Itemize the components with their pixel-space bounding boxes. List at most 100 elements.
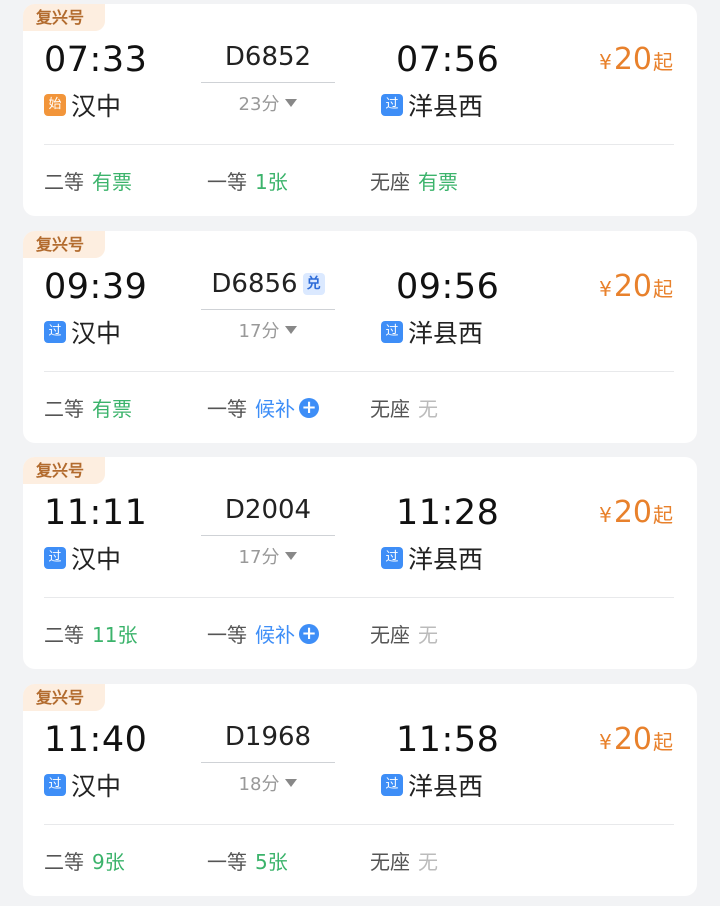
duration-label: 17分: [238, 547, 280, 568]
seat-no-seat[interactable]: 无座 无: [370, 393, 438, 422]
seat-status: 1张: [255, 170, 288, 194]
seat-first-class[interactable]: 一等 5张: [207, 846, 288, 875]
train-number: D2004: [199, 495, 337, 525]
train-type-badge: 复兴号: [23, 684, 105, 711]
add-waitlist-icon[interactable]: +: [299, 397, 319, 418]
train-number: D6856 兑: [199, 269, 337, 299]
train-type-badge: 复兴号: [23, 457, 105, 484]
departure-station: 始 汉中: [44, 88, 121, 122]
seat-status: 9张: [92, 850, 125, 874]
divider: [44, 144, 674, 145]
price: ¥ 20 起: [599, 42, 673, 77]
departure-station-name: 汉中: [71, 92, 122, 121]
divider: [44, 824, 674, 825]
caret-down-icon: [285, 99, 298, 107]
currency-symbol: ¥: [599, 50, 612, 74]
seat-name: 无座: [370, 170, 410, 194]
duration-toggle[interactable]: 17分: [199, 543, 337, 569]
seat-status: 无: [418, 397, 438, 421]
divider: [44, 597, 674, 598]
caret-down-icon: [285, 326, 298, 334]
departure-station: 过 汉中: [44, 541, 121, 575]
price-amount: 20: [613, 269, 652, 304]
seat-status: 11张: [92, 623, 138, 647]
train-card[interactable]: 复兴号 11:40 过 汉中 D1968 18分 11:58 过 洋县西 ¥ 2…: [23, 684, 697, 896]
divider: [44, 371, 674, 372]
arrival-time: 07:56: [396, 40, 500, 80]
duration-toggle[interactable]: 23分: [199, 90, 337, 116]
arrival-station-tag: 过: [381, 94, 403, 116]
arrival-station-name: 洋县西: [408, 319, 484, 348]
arrival-station: 过 洋县西: [381, 88, 483, 122]
seat-name: 一等: [207, 623, 247, 647]
seat-first-class[interactable]: 一等 候补 +: [207, 393, 319, 422]
departure-time: 11:11: [44, 493, 148, 533]
seat-status: 5张: [255, 850, 288, 874]
seat-second-class[interactable]: 二等 有票: [44, 393, 132, 422]
seat-name: 一等: [207, 850, 247, 874]
caret-down-icon: [285, 552, 298, 560]
seat-name: 二等: [44, 397, 84, 421]
duration-label: 23分: [238, 94, 280, 115]
train-card[interactable]: 复兴号 07:33 始 汉中 D6852 23分 07:56 过 洋县西 ¥ 2…: [23, 4, 697, 216]
duration-label: 18分: [238, 774, 280, 795]
seat-name: 二等: [44, 850, 84, 874]
seat-status: 有票: [92, 170, 132, 194]
add-waitlist-icon[interactable]: +: [299, 623, 319, 644]
seat-name: 二等: [44, 623, 84, 647]
arrival-station-name: 洋县西: [408, 545, 484, 574]
departure-station-name: 汉中: [71, 772, 122, 801]
duration-label: 17分: [238, 321, 280, 342]
train-list: 复兴号 07:33 始 汉中 D6852 23分 07:56 过 洋县西 ¥ 2…: [0, 0, 720, 906]
duration-toggle[interactable]: 17分: [199, 317, 337, 343]
departure-station-tag: 过: [44, 547, 66, 569]
route-line: [201, 82, 335, 83]
seat-first-class[interactable]: 一等 1张: [207, 166, 288, 195]
seat-second-class[interactable]: 二等 有票: [44, 166, 132, 195]
departure-station-tag: 过: [44, 774, 66, 796]
seat-second-class[interactable]: 二等 9张: [44, 846, 125, 875]
price-amount: 20: [613, 722, 652, 757]
seat-second-class[interactable]: 二等 11张: [44, 619, 137, 648]
train-type-badge: 复兴号: [23, 231, 105, 258]
departure-station-name: 汉中: [71, 319, 122, 348]
seat-name: 一等: [207, 170, 247, 194]
train-card[interactable]: 复兴号 09:39 过 汉中 D6856 兑 17分 09:56 过 洋县西 ¥…: [23, 231, 697, 443]
seat-name: 无座: [370, 623, 410, 647]
price-suffix: 起: [653, 503, 673, 527]
arrival-station: 过 洋县西: [381, 315, 483, 349]
seat-no-seat[interactable]: 无座 有票: [370, 166, 458, 195]
seat-name: 二等: [44, 170, 84, 194]
train-number: D6852: [199, 42, 337, 72]
seat-status: 有票: [92, 397, 132, 421]
train-number-label: D1968: [224, 722, 312, 752]
arrival-station-name: 洋县西: [408, 772, 484, 801]
arrival-station-tag: 过: [381, 774, 403, 796]
departure-time: 07:33: [44, 40, 148, 80]
arrival-station-tag: 过: [381, 321, 403, 343]
seat-name: 一等: [207, 397, 247, 421]
currency-symbol: ¥: [599, 277, 612, 301]
train-type-badge: 复兴号: [23, 4, 105, 31]
seat-status: 候补: [255, 397, 295, 421]
price: ¥ 20 起: [599, 495, 673, 530]
departure-station: 过 汉中: [44, 768, 121, 802]
train-number-label: D6852: [224, 42, 312, 72]
departure-time: 09:39: [44, 267, 148, 307]
seat-no-seat[interactable]: 无座 无: [370, 619, 438, 648]
train-card[interactable]: 复兴号 11:11 过 汉中 D2004 17分 11:28 过 洋县西 ¥ 2…: [23, 457, 697, 669]
price-suffix: 起: [653, 730, 673, 754]
seat-no-seat[interactable]: 无座 无: [370, 846, 438, 875]
departure-station-tag: 过: [44, 321, 66, 343]
arrival-station: 过 洋县西: [381, 541, 483, 575]
seat-status: 候补: [255, 623, 295, 647]
departure-time: 11:40: [44, 720, 148, 760]
price-amount: 20: [613, 42, 652, 77]
duration-toggle[interactable]: 18分: [199, 770, 337, 796]
seat-status: 无: [418, 623, 438, 647]
seat-first-class[interactable]: 一等 候补 +: [207, 619, 319, 648]
price-suffix: 起: [653, 50, 673, 74]
arrival-time: 09:56: [396, 267, 500, 307]
price: ¥ 20 起: [599, 269, 673, 304]
arrival-station-tag: 过: [381, 547, 403, 569]
